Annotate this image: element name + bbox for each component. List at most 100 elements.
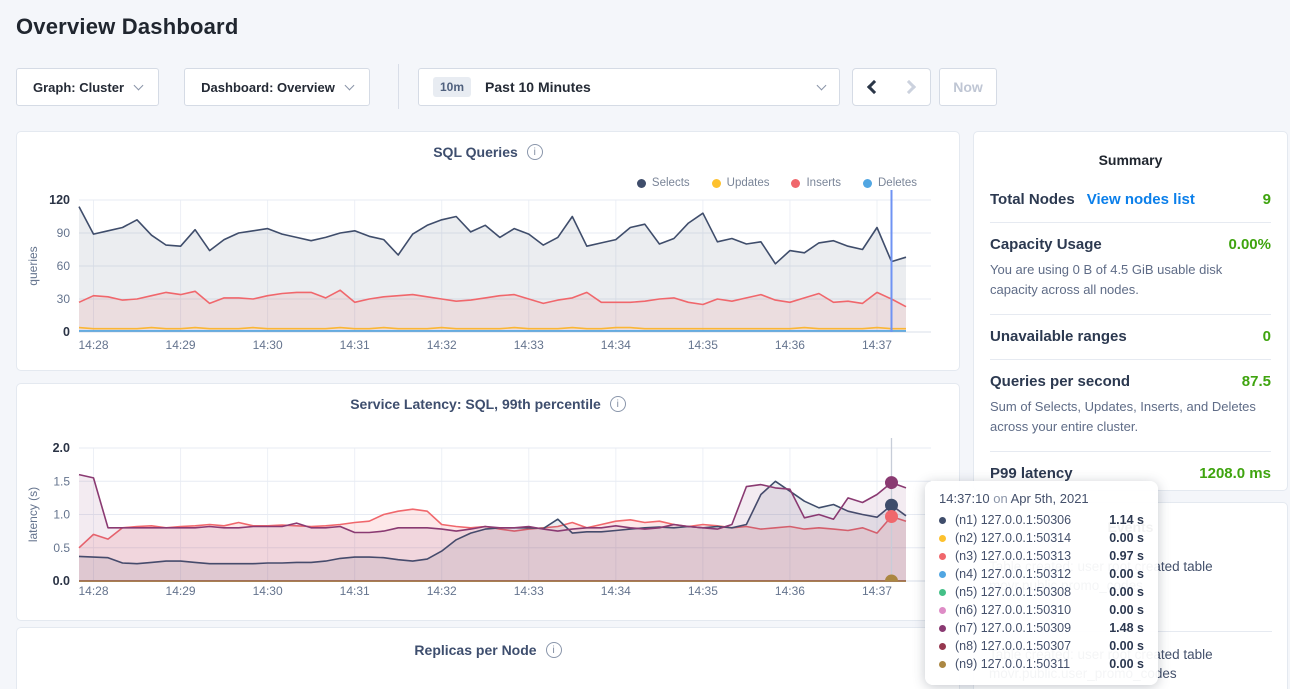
chevron-down-icon: [817, 80, 827, 90]
svg-text:14:28: 14:28: [78, 338, 108, 352]
tooltip-node-address: (n4) 127.0.0.1:50312: [955, 567, 1071, 581]
view-nodes-list-link[interactable]: View nodes list: [1087, 191, 1195, 208]
summary-item: Capacity Usage 0.00% You are using 0 B of …: [990, 222, 1271, 314]
sql-queries-panel: SQL Queries i SelectsUpdatesInsertsDelet…: [16, 131, 960, 371]
svg-text:latency (s): latency (s): [26, 487, 40, 542]
dashboard-dropdown[interactable]: Dashboard: Overview: [184, 68, 370, 106]
summary-item: Total Nodes View nodes list 9: [990, 178, 1271, 222]
summary-item-description: Sum of Selects, Updates, Inserts, and De…: [990, 397, 1271, 437]
node-color-dot: [939, 625, 946, 632]
tooltip-node-value: 0.00 s: [1109, 567, 1144, 581]
svg-text:14:33: 14:33: [514, 584, 544, 598]
svg-text:14:35: 14:35: [688, 338, 718, 352]
summary-item-value: 0: [1263, 328, 1271, 345]
graph-dropdown[interactable]: Graph: Cluster: [16, 68, 159, 106]
tooltip-row: (n9) 127.0.0.1:503110.00 s: [939, 655, 1144, 673]
tooltip-row: (n2) 127.0.0.1:50314 0.00 s: [939, 529, 1144, 547]
tooltip-node-address: (n1) 127.0.0.1:50306: [955, 513, 1071, 527]
tooltip-node-value: 0.00 s: [1109, 531, 1144, 545]
svg-text:14:33: 14:33: [514, 338, 544, 352]
chevron-right-icon: [901, 80, 915, 94]
replicas-per-node-chart-title: Replicas per Node: [414, 642, 536, 658]
summary-item-label: Total Nodes: [990, 191, 1075, 208]
time-prev-button[interactable]: [852, 68, 892, 106]
tooltip-node-address: (n3) 127.0.0.1:50313: [955, 549, 1071, 563]
chart-hover-tooltip: 14:37:10 on Apr 5th, 2021 (n1) 127.0.0.1…: [925, 481, 1158, 685]
tooltip-row: (n8) 127.0.0.1:503070.00 s: [939, 637, 1144, 655]
svg-text:14:34: 14:34: [601, 584, 631, 598]
sql-queries-chart[interactable]: 14:2814:2914:3014:3114:3214:3314:3414:35…: [17, 132, 961, 372]
replicas-per-node-panel: Replicas per Node i: [16, 627, 960, 689]
tooltip-node-value: 0.00 s: [1109, 657, 1144, 671]
tooltip-node-value: 0.00 s: [1109, 639, 1144, 653]
node-color-dot: [939, 589, 946, 596]
svg-text:90: 90: [57, 226, 71, 240]
tooltip-row: (n7) 127.0.0.1:50309 1.48 s: [939, 619, 1144, 637]
time-range-label: Past 10 Minutes: [485, 79, 591, 95]
summary-item-label: Unavailable ranges: [990, 328, 1127, 345]
svg-text:0: 0: [63, 325, 70, 339]
service-latency-panel: Service Latency: SQL, 99th percentile i …: [16, 383, 960, 621]
svg-text:14:37: 14:37: [862, 338, 892, 352]
svg-text:14:35: 14:35: [688, 584, 718, 598]
summary-item-description: You are using 0 B of 4.5 GiB usable disk…: [990, 260, 1271, 300]
summary-item-value: 0.00%: [1228, 236, 1271, 253]
node-color-dot: [939, 607, 946, 614]
svg-text:14:36: 14:36: [775, 338, 805, 352]
svg-text:30: 30: [57, 292, 71, 306]
service-latency-chart[interactable]: 14:2814:2914:3014:3114:3214:3314:3414:35…: [17, 384, 961, 622]
time-next-button: [891, 68, 931, 106]
svg-text:14:29: 14:29: [166, 584, 196, 598]
graph-dropdown-label: Graph: Cluster: [33, 80, 124, 95]
summary-item-label: P99 latency: [990, 465, 1073, 482]
page-title: Overview Dashboard: [16, 14, 238, 40]
tooltip-node-value: 1.14 s: [1109, 513, 1144, 527]
summary-item-row: Unavailable ranges 0: [990, 328, 1271, 345]
tooltip-node-value: 0.00 s: [1109, 585, 1144, 599]
node-color-dot: [939, 661, 946, 668]
summary-panel: Summary Total Nodes View nodes list 9 Capac…: [973, 131, 1288, 491]
tooltip-node-address: (n5) 127.0.0.1:50308: [955, 585, 1071, 599]
summary-item: Queries per second87.5Sum of Selects, Up…: [990, 359, 1271, 451]
chevron-left-icon: [867, 80, 881, 94]
svg-text:14:31: 14:31: [340, 338, 370, 352]
tooltip-timestamp: 14:37:10 on Apr 5th, 2021: [939, 491, 1144, 506]
tooltip-node-address: (n6) 127.0.0.1:50310: [955, 603, 1071, 617]
svg-text:14:30: 14:30: [253, 338, 283, 352]
node-color-dot: [939, 517, 946, 524]
svg-text:2.0: 2.0: [53, 441, 70, 455]
time-range-select[interactable]: 10m Past 10 Minutes: [418, 68, 840, 106]
info-icon[interactable]: i: [546, 642, 562, 658]
controls-divider: [398, 64, 399, 109]
svg-text:14:28: 14:28: [78, 584, 108, 598]
svg-text:0.0: 0.0: [53, 574, 70, 588]
svg-text:1.5: 1.5: [53, 474, 70, 488]
dashboard-dropdown-label: Dashboard: Overview: [201, 80, 335, 95]
tooltip-node-value: 0.97 s: [1109, 549, 1144, 563]
tooltip-row: (n6) 127.0.0.1:50310 0.00 s: [939, 601, 1144, 619]
tooltip-row: (n4) 127.0.0.1:50312 0.00 s: [939, 565, 1144, 583]
summary-item: Unavailable ranges 0: [990, 314, 1271, 359]
tooltip-node-value: 1.48 s: [1109, 621, 1144, 635]
tooltip-node-address: (n2) 127.0.0.1:50314: [955, 531, 1071, 545]
svg-text:1.0: 1.0: [53, 508, 70, 522]
summary-item-label: Capacity Usage: [990, 236, 1102, 253]
svg-text:14:37: 14:37: [862, 584, 892, 598]
svg-text:14:30: 14:30: [253, 584, 283, 598]
tooltip-node-address: (n7) 127.0.0.1:50309: [955, 621, 1071, 635]
svg-text:14:34: 14:34: [601, 338, 631, 352]
time-range-badge: 10m: [433, 77, 471, 97]
summary-item-value: 9: [1263, 191, 1271, 208]
tooltip-node-value: 0.00 s: [1109, 603, 1144, 617]
node-color-dot: [939, 535, 946, 542]
svg-text:14:31: 14:31: [340, 584, 370, 598]
tooltip-row: (n3) 127.0.0.1:50313 0.97 s: [939, 547, 1144, 565]
summary-item-value: 1208.0 ms: [1199, 465, 1271, 482]
svg-text:60: 60: [57, 259, 71, 273]
node-color-dot: [939, 571, 946, 578]
svg-text:queries: queries: [26, 246, 40, 285]
summary-title: Summary: [974, 132, 1287, 168]
now-button: Now: [939, 68, 997, 106]
summary-list: Total Nodes View nodes list 9 Capacity Usag…: [974, 168, 1287, 496]
svg-text:120: 120: [49, 193, 70, 207]
